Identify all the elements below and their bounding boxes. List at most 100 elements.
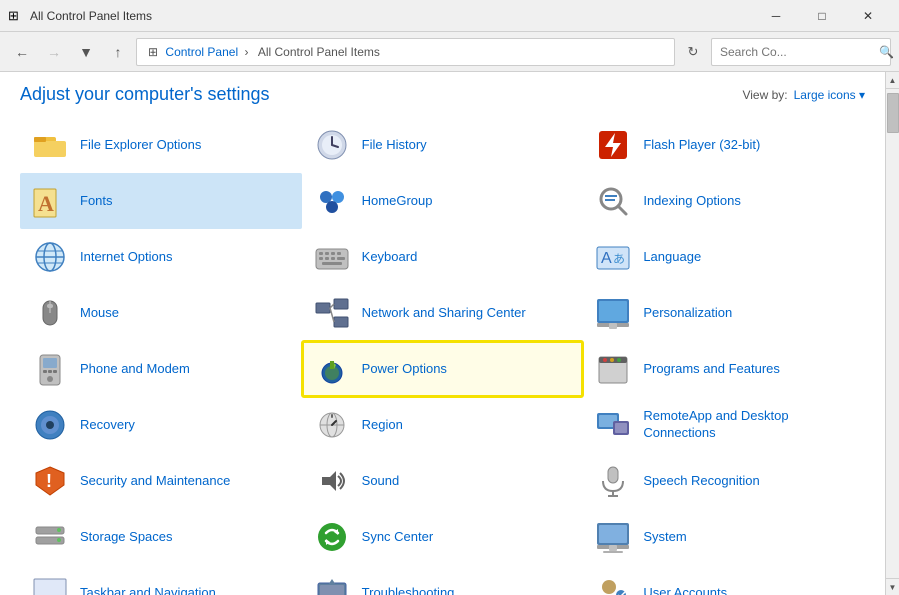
svg-text:A: A (601, 250, 612, 267)
item-troubleshooting[interactable]: Troubleshooting (302, 565, 584, 595)
item-fonts[interactable]: A Fonts (20, 173, 302, 229)
item-speech-recognition[interactable]: Speech Recognition (583, 453, 865, 509)
item-keyboard[interactable]: Keyboard (302, 229, 584, 285)
item-user-accounts[interactable]: User Accounts (583, 565, 865, 595)
back-button[interactable]: ← (8, 38, 36, 66)
svg-text:!: ! (46, 471, 52, 491)
breadcrumb-control-panel[interactable]: Control Panel (165, 45, 238, 59)
up-button[interactable]: ↑ (104, 38, 132, 66)
file-history-label: File History (362, 137, 427, 154)
item-taskbar-navigation[interactable]: Taskbar and Navigation (20, 565, 302, 595)
item-system[interactable]: System (583, 509, 865, 565)
view-by-control: View by: Large icons ▾ (742, 88, 865, 102)
recovery-label: Recovery (80, 417, 135, 434)
item-power-options[interactable]: Power Options (302, 341, 584, 397)
address-field[interactable]: ⊞ Control Panel › All Control Panel Item… (136, 38, 675, 66)
window-title: All Control Panel Items (30, 9, 753, 23)
homegroup-label: HomeGroup (362, 193, 433, 210)
phone-modem-label: Phone and Modem (80, 361, 190, 378)
forward-button[interactable]: → (40, 38, 68, 66)
sync-center-label: Sync Center (362, 529, 434, 546)
search-input[interactable] (720, 45, 875, 59)
security-maintenance-icon: ! (30, 461, 70, 501)
personalization-label: Personalization (643, 305, 732, 322)
scrollbar[interactable]: ▲ ▼ (885, 72, 899, 595)
sound-icon (312, 461, 352, 501)
keyboard-label: Keyboard (362, 249, 418, 266)
item-storage-spaces[interactable]: Storage Spaces (20, 509, 302, 565)
item-region[interactable]: Region (302, 397, 584, 453)
item-security-maintenance[interactable]: ! Security and Maintenance (20, 453, 302, 509)
scroll-thumb[interactable] (887, 93, 899, 133)
speech-recognition-label: Speech Recognition (643, 473, 759, 490)
item-recovery[interactable]: Recovery (20, 397, 302, 453)
file-explorer-options-label: File Explorer Options (80, 137, 201, 154)
refresh-button[interactable]: ↻ (679, 38, 707, 66)
window-icon: ⊞ (8, 8, 24, 24)
keyboard-icon (312, 237, 352, 277)
window-controls: ─ □ ✕ (753, 0, 891, 32)
internet-options-icon (30, 237, 70, 277)
system-label: System (643, 529, 686, 546)
phone-modem-icon (30, 349, 70, 389)
power-options-label: Power Options (362, 361, 447, 378)
scroll-up-arrow[interactable]: ▲ (886, 72, 899, 89)
item-remoteapp[interactable]: RemoteApp and Desktop Connections (583, 397, 865, 453)
close-button[interactable]: ✕ (845, 0, 891, 32)
item-programs-features[interactable]: Programs and Features (583, 341, 865, 397)
item-personalization[interactable]: Personalization (583, 285, 865, 341)
fonts-icon: A (30, 181, 70, 221)
search-icon: 🔍 (879, 45, 894, 59)
search-box[interactable]: 🔍 (711, 38, 891, 66)
network-sharing-label: Network and Sharing Center (362, 305, 526, 322)
recent-button[interactable]: ▼ (72, 38, 100, 66)
scroll-down-arrow[interactable]: ▼ (886, 578, 899, 595)
fonts-label: Fonts (80, 193, 113, 210)
title-bar: ⊞ All Control Panel Items ─ □ ✕ (0, 0, 899, 32)
item-internet-options[interactable]: Internet Options (20, 229, 302, 285)
programs-features-label: Programs and Features (643, 361, 780, 378)
security-maintenance-label: Security and Maintenance (80, 473, 230, 490)
item-indexing-options[interactable]: Indexing Options (583, 173, 865, 229)
item-network-sharing[interactable]: Network and Sharing Center (302, 285, 584, 341)
item-flash-player[interactable]: Flash Player (32-bit) (583, 117, 865, 173)
main-content: Adjust your computer's settings View by:… (0, 72, 899, 595)
taskbar-navigation-icon (30, 573, 70, 595)
sync-center-icon (312, 517, 352, 557)
user-accounts-icon (593, 573, 633, 595)
power-options-icon (312, 349, 352, 389)
remoteapp-label: RemoteApp and Desktop Connections (643, 408, 855, 442)
storage-spaces-icon (30, 517, 70, 557)
remoteapp-icon (593, 405, 633, 445)
content-area[interactable]: Adjust your computer's settings View by:… (0, 72, 885, 595)
item-sound[interactable]: Sound (302, 453, 584, 509)
item-file-history[interactable]: File History (302, 117, 584, 173)
language-icon: Aあ (593, 237, 633, 277)
item-language[interactable]: Aあ Language (583, 229, 865, 285)
file-history-icon (312, 125, 352, 165)
item-mouse[interactable]: Mouse (20, 285, 302, 341)
svg-text:あ: あ (613, 252, 625, 266)
user-accounts-label: User Accounts (643, 585, 727, 595)
item-homegroup[interactable]: HomeGroup (302, 173, 584, 229)
item-phone-modem[interactable]: Phone and Modem (20, 341, 302, 397)
flash-player-icon (593, 125, 633, 165)
indexing-options-icon (593, 181, 633, 221)
address-bar: ← → ▼ ↑ ⊞ Control Panel › All Control Pa… (0, 32, 899, 72)
item-sync-center[interactable]: Sync Center (302, 509, 584, 565)
system-icon (593, 517, 633, 557)
view-by-label: View by: (742, 88, 787, 102)
view-by-dropdown[interactable]: Large icons ▾ (794, 88, 865, 102)
troubleshooting-icon (312, 573, 352, 595)
items-grid: File Explorer Options File History Flash… (0, 113, 885, 595)
region-label: Region (362, 417, 403, 434)
minimize-button[interactable]: ─ (753, 0, 799, 32)
homegroup-icon (312, 181, 352, 221)
mouse-icon (30, 293, 70, 333)
taskbar-navigation-label: Taskbar and Navigation (80, 585, 216, 595)
programs-features-icon (593, 349, 633, 389)
internet-options-label: Internet Options (80, 249, 173, 266)
flash-player-label: Flash Player (32-bit) (643, 137, 760, 154)
item-file-explorer-options[interactable]: File Explorer Options (20, 117, 302, 173)
maximize-button[interactable]: □ (799, 0, 845, 32)
